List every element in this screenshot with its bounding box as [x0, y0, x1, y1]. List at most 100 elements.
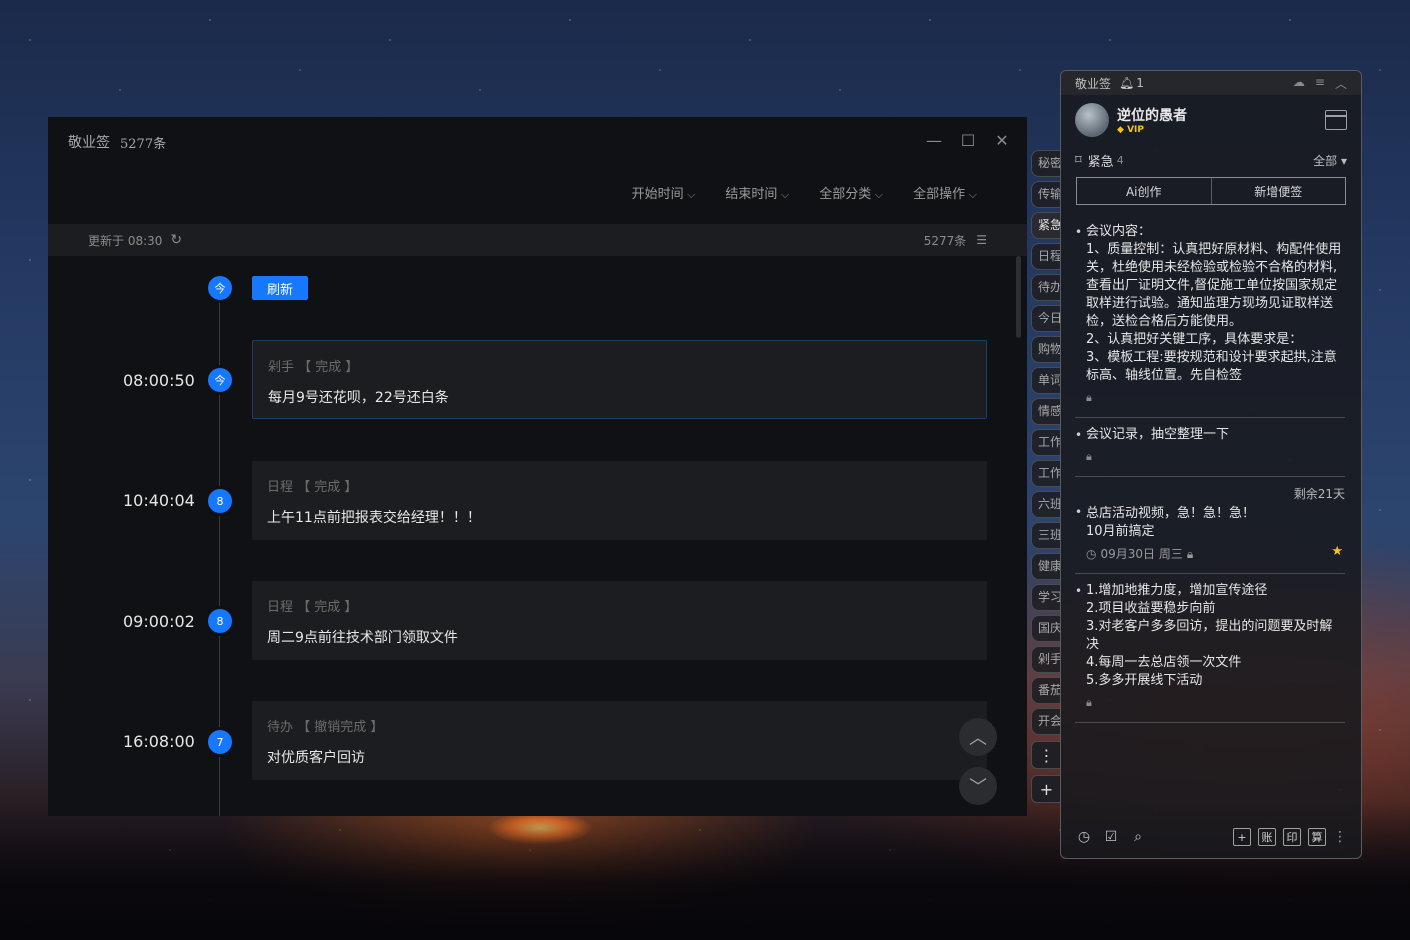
tab-urgent[interactable]: 紧急 [1031, 212, 1061, 239]
tab-health[interactable]: 健康 [1031, 553, 1061, 580]
refresh-button[interactable]: 刷新 [252, 276, 308, 300]
category-name: 紧急 [1087, 154, 1114, 170]
timeline-card[interactable]: 日程 【 完成 】 周二9点前往技术部门领取文件 [252, 581, 987, 660]
calculate-button[interactable]: 算 [1308, 828, 1326, 846]
tab-study[interactable]: 学习 [1031, 584, 1061, 611]
footer-tools: + 账 印 算 ⋮ [1233, 828, 1347, 846]
bookmark-icon: ⌑ [1075, 152, 1082, 168]
category-filter[interactable]: 全部 ▾ [1313, 152, 1347, 169]
checklist-icon[interactable]: ☑ [1102, 828, 1120, 846]
tab-meeting[interactable]: 开会 [1031, 708, 1061, 735]
tab-todo[interactable]: 待办 [1031, 274, 1061, 301]
timeline-card[interactable]: 待办 【 撤销完成 】 对优质客户回访 [252, 701, 987, 780]
action-buttons: Ai创作 新增便签 [1076, 177, 1346, 205]
lock-icon: 🔒︎ [1086, 696, 1092, 709]
window-title: 敬业签 [68, 135, 110, 151]
tab-transfer[interactable]: 传输 [1031, 181, 1061, 208]
scrollbar[interactable] [1016, 256, 1021, 338]
clock-icon: ◷ [1086, 547, 1097, 561]
entry-day-badge: 今 [208, 368, 232, 392]
scroll-up-button[interactable]: ︿ [959, 718, 997, 756]
star-icon[interactable]: ★ [1331, 543, 1343, 561]
note-item[interactable]: • 1.增加地推力度，增加宣传途径 2.项目收益要稳步向前 3.对老客户多多回访… [1075, 574, 1345, 723]
card-meta: 待办 【 撤销完成 】 [267, 720, 384, 735]
menu-icon[interactable]: ≡ [1315, 75, 1325, 92]
window-controls: — ☐ ✕ [925, 131, 1011, 150]
timeline-card[interactable]: 日程 【 完成 】 上午11点前把报表交给经理！！！ [252, 461, 987, 540]
new-note-button[interactable]: 新增便签 [1212, 178, 1346, 204]
filter-end-time[interactable]: 结束时间 [725, 183, 789, 202]
note-item[interactable]: 剩余21天 • 总店活动视频，急！急！急！ 10月前搞定 ◷ 09月30日 周三… [1075, 477, 1345, 574]
tab-national-day[interactable]: 国庆 [1031, 615, 1061, 642]
more-options-icon[interactable]: ⋮ [1333, 829, 1347, 845]
card-text: 周二9点前往技术部门领取文件 [267, 630, 458, 646]
updated-time: 更新于 08:30 [88, 233, 163, 248]
tab-shopping-spree[interactable]: 剁手 [1031, 646, 1061, 673]
tab-class-3[interactable]: 三班 [1031, 522, 1061, 549]
remaining-days: 剩余21天 [1293, 487, 1345, 501]
clock-icon[interactable]: ◷ [1075, 828, 1093, 846]
minimize-icon[interactable]: — [925, 131, 943, 150]
tab-schedule[interactable]: 日程 [1031, 243, 1061, 270]
filter-operation[interactable]: 全部操作 [913, 183, 977, 202]
refresh-icon[interactable]: ↻ [170, 232, 182, 248]
add-tab-button[interactable]: + [1031, 775, 1061, 803]
add-icon[interactable]: + [1233, 828, 1251, 846]
collapse-icon[interactable]: ︿ [1335, 75, 1347, 92]
total-wrap: 5277条 ☰ [924, 232, 987, 249]
filter-start-time[interactable]: 开始时间 [632, 183, 696, 202]
tab-secret[interactable]: 秘密 [1031, 150, 1061, 177]
bullet-icon: • [1075, 505, 1083, 519]
note-text: 会议内容： 1、质量控制：认真把好原材料、构配件使用关，杜绝使用未经检验或检验不… [1086, 224, 1342, 383]
note-item[interactable]: • 会议记录，抽空整理一下 🔒︎ [1075, 418, 1345, 477]
tab-work-1[interactable]: 工作 [1031, 429, 1061, 456]
entry-time: 08:00:50 [123, 371, 195, 390]
entry-day-badge: 7 [208, 730, 232, 754]
record-count: 5277条 [120, 136, 167, 152]
maximize-icon[interactable]: ☐ [959, 131, 977, 150]
tab-emotion[interactable]: 情感 [1031, 398, 1061, 425]
entry-time: 09:00:02 [123, 612, 195, 631]
tab-words[interactable]: 单词 [1031, 367, 1061, 394]
category-row: ⌑ 紧急 4 全部 ▾ [1061, 147, 1361, 173]
note-item[interactable]: • 会议内容： 1、质量控制：认真把好原材料、构配件使用关，杜绝使用未经检验或检… [1075, 215, 1345, 418]
note-text: 会议记录，抽空整理一下 [1086, 427, 1230, 442]
filter-bar: 开始时间 结束时间 全部分类 全部操作 [632, 183, 977, 202]
panel-title: 敬业签 [1075, 76, 1112, 91]
bullet-icon: • [1075, 428, 1083, 442]
search-icon[interactable]: ⌕ [1129, 828, 1147, 846]
tab-shopping[interactable]: 购物 [1031, 336, 1061, 363]
account-button[interactable]: 账 [1258, 828, 1276, 846]
filter-category[interactable]: 全部分类 [819, 183, 883, 202]
lock-icon: 🔒︎ [1186, 547, 1194, 561]
scroll-down-button[interactable]: ﹀ [959, 767, 997, 805]
tab-class-6[interactable]: 六班 [1031, 491, 1061, 518]
reminder-bell-icon[interactable]: 🔔︎ [1119, 76, 1134, 90]
card-meta: 剁手 【 完成 】 [268, 360, 359, 375]
tab-today[interactable]: 今日 [1031, 305, 1061, 332]
panel-controls: ☁ ≡ ︿ [1293, 75, 1347, 92]
tab-tomato[interactable]: 番茄 [1031, 677, 1061, 704]
total-count: 5277条 [923, 233, 967, 248]
timeline-card[interactable]: 剁手 【 完成 】 每月9号还花呗，22号还白条 [252, 340, 987, 419]
ai-create-button[interactable]: Ai创作 [1077, 178, 1212, 204]
card-text: 每月9号还花呗，22号还白条 [268, 390, 449, 406]
panel-footer: ◷ ☑ ⌕ + 账 印 算 ⋮ [1061, 816, 1361, 858]
note-list: • 会议内容： 1、质量控制：认真把好原材料、构配件使用关，杜绝使用未经检验或检… [1061, 205, 1361, 723]
tab-work-2[interactable]: 工作 [1031, 460, 1061, 487]
entry-time: 10:40:04 [123, 491, 195, 510]
category-tab-strip: 秘密 传输 紧急 日程 待办 今日 购物 单词 情感 工作 工作 六班 三班 健… [1031, 150, 1061, 803]
calendar-icon[interactable] [1325, 110, 1347, 130]
print-button[interactable]: 印 [1283, 828, 1301, 846]
bullet-icon: • [1075, 584, 1083, 598]
close-icon[interactable]: ✕ [993, 131, 1011, 150]
panel-header: 敬业签 🔔︎ 1 ☁ ≡ ︿ [1061, 71, 1361, 95]
cloud-sync-icon[interactable]: ☁ [1293, 75, 1305, 92]
more-tabs-button[interactable]: ⋮ [1031, 741, 1061, 769]
lock-icon: 🔒︎ [1086, 391, 1092, 404]
note-panel: 敬业签 🔔︎ 1 ☁ ≡ ︿ 逆位的愚者 ◆ VIP ⌑ 紧急 4 全部 ▾ A… [1060, 70, 1362, 859]
note-text: 总店活动视频，急！急！急！ 10月前搞定 [1086, 506, 1256, 539]
avatar[interactable] [1075, 103, 1109, 137]
note-date: ◷ 09月30日 周三 🔒︎ [1086, 547, 1194, 561]
list-view-icon[interactable]: ☰ [976, 233, 987, 247]
